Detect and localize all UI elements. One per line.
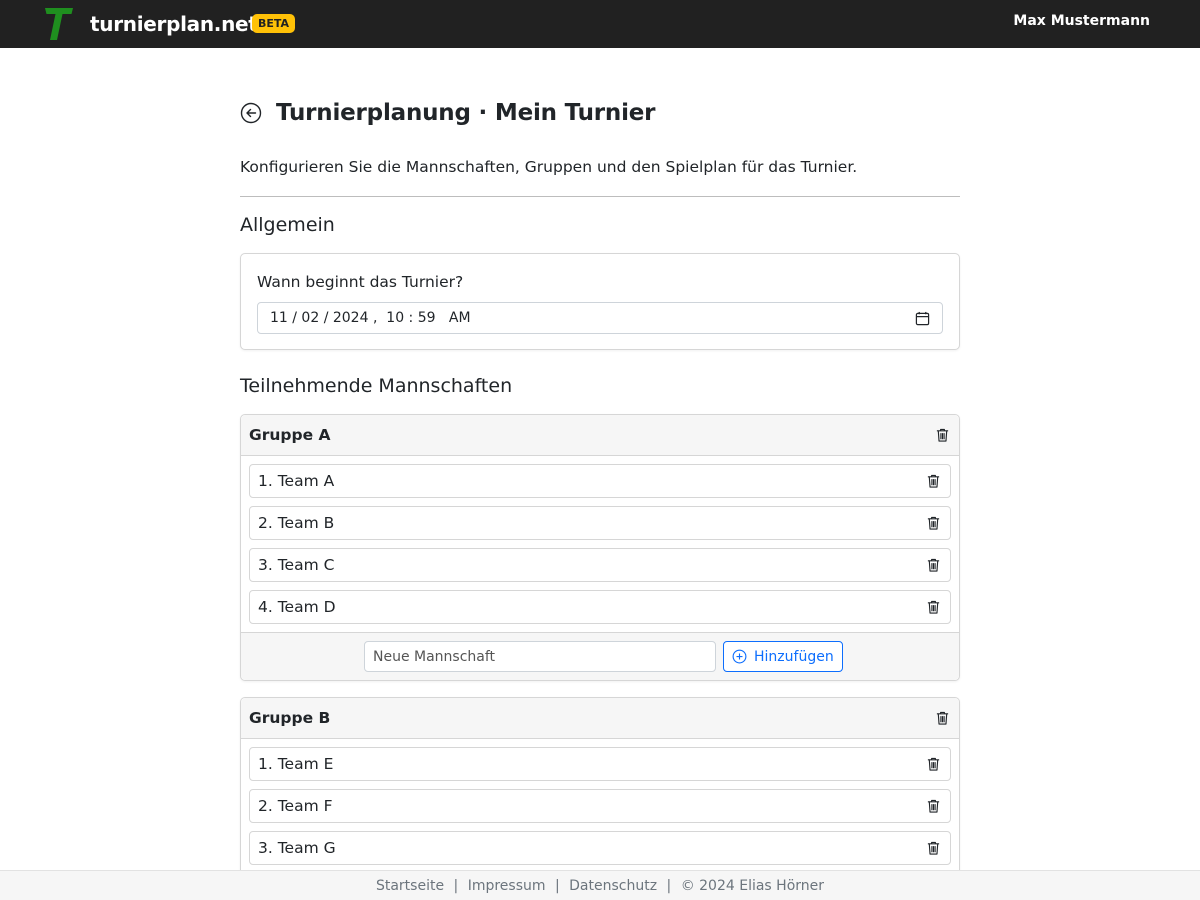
delete-team-trash-icon[interactable] <box>926 840 941 856</box>
team-row[interactable]: 3. Team C <box>249 548 951 582</box>
start-time-label: Wann beginnt das Turnier? <box>257 273 464 291</box>
beta-badge: BETA <box>252 14 296 33</box>
page-title: Turnierplanung · Mein Turnier <box>276 100 656 126</box>
team-row[interactable]: 3. Team G <box>249 831 951 865</box>
delete-team-trash-icon[interactable] <box>926 756 941 772</box>
group-header: Gruppe A <box>241 415 959 456</box>
team-name: 3. Team C <box>258 556 335 574</box>
plus-circle-icon <box>732 649 747 664</box>
team-list: 1. Team E 2. Team F 3. Team G <box>241 739 959 865</box>
calendar-icon[interactable] <box>915 311 930 326</box>
footer-link-imprint[interactable]: Impressum <box>468 878 546 894</box>
back-arrow-icon[interactable] <box>240 102 262 124</box>
start-datetime-value: 11 / 02 / 2024 , 10 : 59 AM <box>270 310 471 326</box>
team-name: 2. Team B <box>258 514 335 532</box>
group-name: Gruppe B <box>249 709 331 727</box>
add-team-button[interactable]: Hinzufügen <box>723 641 843 672</box>
delete-team-trash-icon[interactable] <box>926 473 941 489</box>
team-row[interactable]: 1. Team E <box>249 747 951 781</box>
brand-name[interactable]: turnierplan.net <box>90 12 258 36</box>
title-row: Turnierplanung · Mein Turnier <box>240 100 656 126</box>
section-title-general: Allgemein <box>240 214 335 236</box>
footer-separator: | <box>554 878 560 894</box>
team-name: 3. Team G <box>258 839 336 857</box>
footer-link-privacy[interactable]: Datenschutz <box>569 878 657 894</box>
delete-group-trash-icon[interactable] <box>935 710 950 726</box>
team-name: 1. Team E <box>258 755 334 773</box>
team-name: 2. Team F <box>258 797 333 815</box>
new-team-input[interactable] <box>364 641 716 672</box>
delete-group-trash-icon[interactable] <box>935 427 950 443</box>
user-menu[interactable]: Max Mustermann <box>1013 13 1150 29</box>
page-subtitle: Konfigurieren Sie die Mannschaften, Grup… <box>240 158 858 176</box>
delete-team-trash-icon[interactable] <box>926 515 941 531</box>
team-row[interactable]: 4. Team D <box>249 590 951 624</box>
divider <box>240 196 960 197</box>
delete-team-trash-icon[interactable] <box>926 599 941 615</box>
brand-logo-icon[interactable] <box>42 6 74 42</box>
team-list: 1. Team A 2. Team B 3. Team C 4. Team D <box>241 456 959 624</box>
top-navbar: turnierplan.net BETA Max Mustermann <box>0 0 1200 48</box>
team-name: 4. Team D <box>258 598 336 616</box>
start-datetime-input[interactable]: 11 / 02 / 2024 , 10 : 59 AM <box>257 302 943 334</box>
group-name: Gruppe A <box>249 426 331 444</box>
group-card: Gruppe A 1. Team A 2. Team B 3. Team C 4… <box>240 414 960 681</box>
team-name: 1. Team A <box>258 472 335 490</box>
group-header: Gruppe B <box>241 698 959 739</box>
delete-team-trash-icon[interactable] <box>926 557 941 573</box>
team-row[interactable]: 2. Team B <box>249 506 951 540</box>
team-row[interactable]: 2. Team F <box>249 789 951 823</box>
page-footer: Startseite | Impressum | Datenschutz | ©… <box>0 870 1200 900</box>
footer-link-home[interactable]: Startseite <box>376 878 444 894</box>
add-team-footer: Hinzufügen <box>241 632 959 680</box>
add-team-label: Hinzufügen <box>754 648 834 665</box>
team-row[interactable]: 1. Team A <box>249 464 951 498</box>
footer-copyright: © 2024 Elias Hörner <box>680 878 825 894</box>
footer-separator: | <box>453 878 459 894</box>
general-card: Wann beginnt das Turnier? 11 / 02 / 2024… <box>240 253 960 350</box>
section-title-teams: Teilnehmende Mannschaften <box>240 375 513 397</box>
footer-separator: | <box>666 878 672 894</box>
delete-team-trash-icon[interactable] <box>926 798 941 814</box>
